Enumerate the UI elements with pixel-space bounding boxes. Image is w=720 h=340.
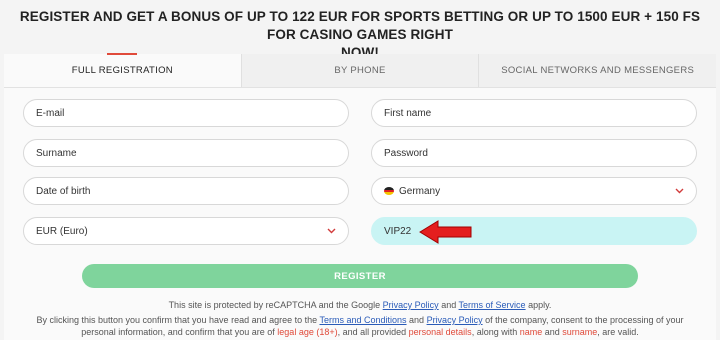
currency-select[interactable]: EUR (Euro): [23, 217, 349, 245]
country-select-value: Germany: [399, 185, 441, 197]
chevron-down-icon: [327, 228, 336, 234]
consent-text-1: By clicking this button you confirm that…: [36, 315, 320, 325]
consent-text-7: , are valid.: [597, 326, 639, 337]
tab-by-phone[interactable]: BY PHONE: [242, 54, 480, 87]
currency-select-value: EUR (Euro): [36, 225, 88, 237]
consent-text-5: , along with: [471, 326, 520, 337]
email-field[interactable]: E-mail: [23, 99, 349, 127]
germany-flag-icon: [384, 187, 394, 195]
country-select[interactable]: Germany: [371, 177, 697, 205]
surname-field-text: Surname: [36, 147, 77, 159]
terms-and-conditions-link[interactable]: Terms and Conditions: [319, 315, 406, 325]
legal-age-link[interactable]: legal age (18+): [277, 327, 337, 337]
tab-full-registration[interactable]: FULL REGISTRATION: [4, 53, 242, 87]
register-button[interactable]: REGISTER: [82, 264, 638, 288]
registration-page: REGISTER AND GET A BONUS OF UP TO 122 EU…: [0, 0, 720, 340]
registration-tabs: FULL REGISTRATION BY PHONE SOCIAL NETWOR…: [4, 53, 716, 88]
recaptcha-text-after: apply.: [525, 300, 552, 310]
consent-text-6: and: [542, 326, 563, 337]
name-link[interactable]: name: [520, 327, 543, 337]
google-privacy-policy-link[interactable]: Privacy Policy: [383, 300, 439, 310]
red-arrow-icon: [419, 220, 472, 244]
first-name-field-text: First name: [384, 107, 432, 119]
surname-link[interactable]: surname: [562, 327, 597, 337]
date-of-birth-field-text: Date of birth: [36, 185, 91, 197]
date-of-birth-field[interactable]: Date of birth: [23, 177, 349, 205]
password-field[interactable]: Password: [371, 139, 697, 167]
tab-social-networks[interactable]: SOCIAL NETWORKS AND MESSENGERS: [479, 54, 716, 87]
surname-field[interactable]: Surname: [23, 139, 349, 167]
recaptcha-text-and: and: [438, 300, 459, 310]
personal-details-link[interactable]: personal details: [409, 327, 472, 337]
bonus-banner-line1: REGISTER AND GET A BONUS OF UP TO 122 EU…: [19, 9, 701, 42]
recaptcha-notice: This site is protected by reCAPTCHA and …: [0, 300, 720, 310]
consent-text-4: , and all provided: [337, 326, 409, 337]
password-field-text: Password: [384, 147, 428, 159]
email-field-text: E-mail: [36, 107, 65, 119]
consent-notice: By clicking this button you confirm that…: [20, 315, 700, 338]
chevron-down-icon: [675, 188, 684, 194]
consent-text-2: and: [406, 315, 427, 325]
recaptcha-text-before: This site is protected by reCAPTCHA and …: [168, 300, 383, 310]
first-name-field[interactable]: First name: [371, 99, 697, 127]
privacy-policy-link[interactable]: Privacy Policy: [427, 315, 483, 325]
google-terms-of-service-link[interactable]: Terms of Service: [459, 300, 526, 310]
